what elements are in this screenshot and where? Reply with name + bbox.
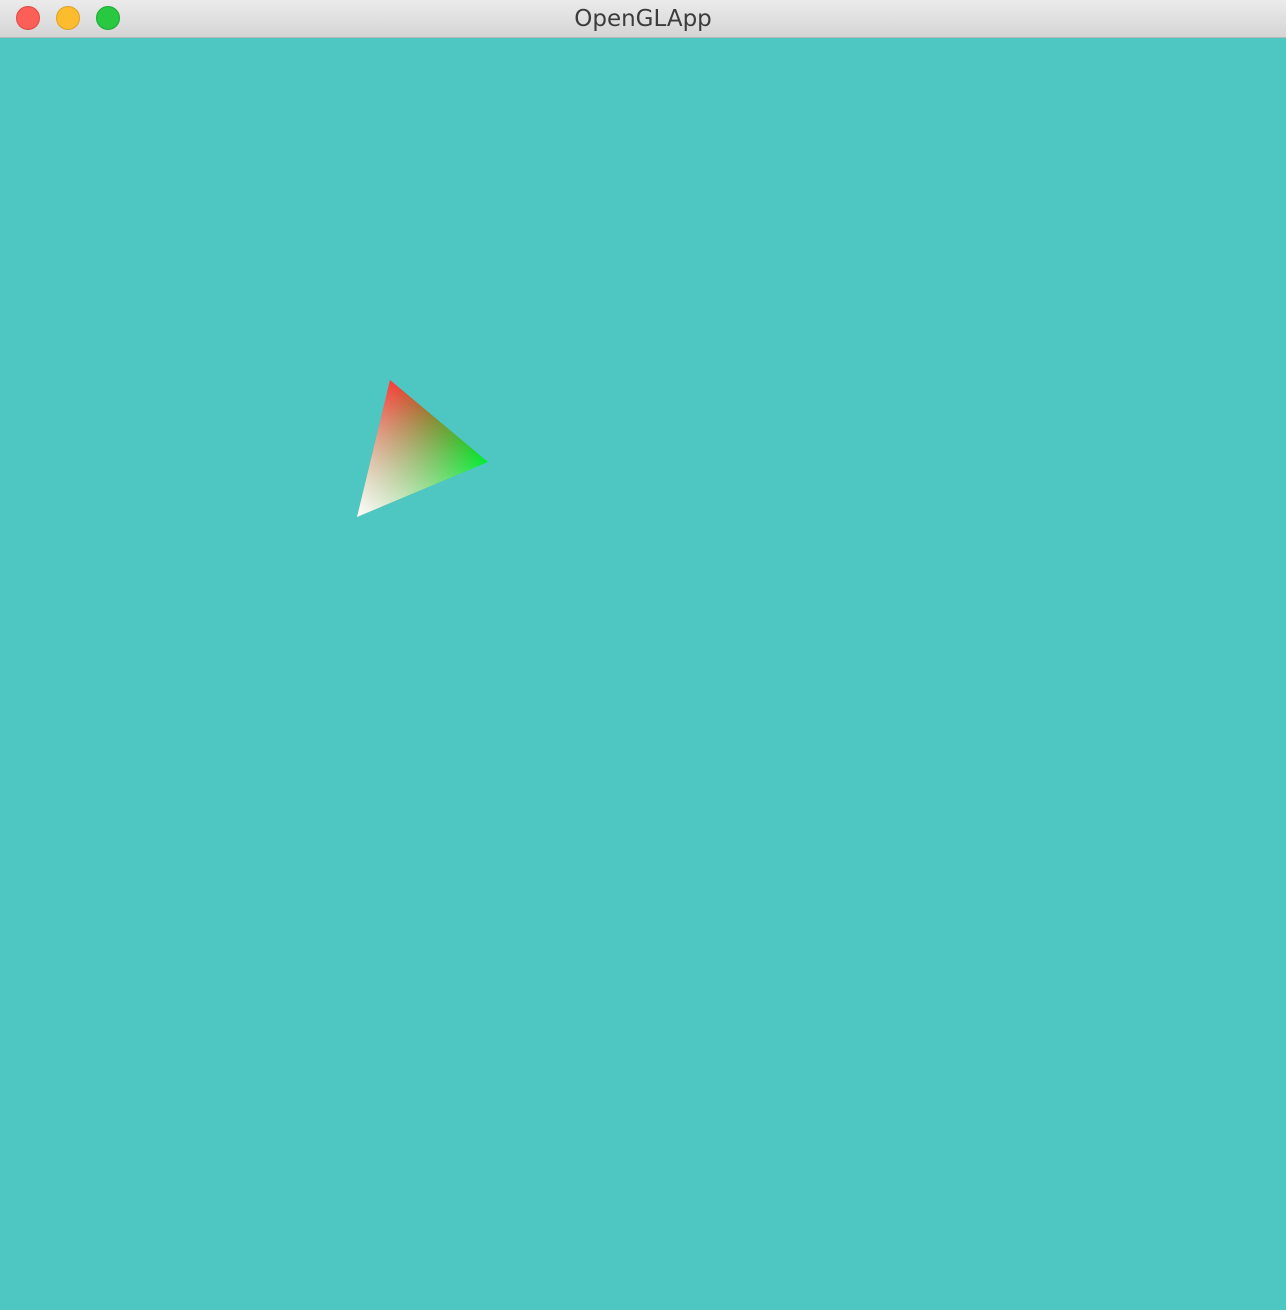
app-window: OpenGLApp — [0, 0, 1286, 1310]
window-title: OpenGLApp — [574, 6, 712, 32]
title-bar[interactable]: OpenGLApp — [0, 0, 1286, 38]
triangle-white-blend — [357, 380, 488, 517]
triangle — [357, 380, 488, 517]
gl-canvas[interactable] — [0, 38, 1286, 1310]
gl-render-surface — [357, 380, 488, 517]
